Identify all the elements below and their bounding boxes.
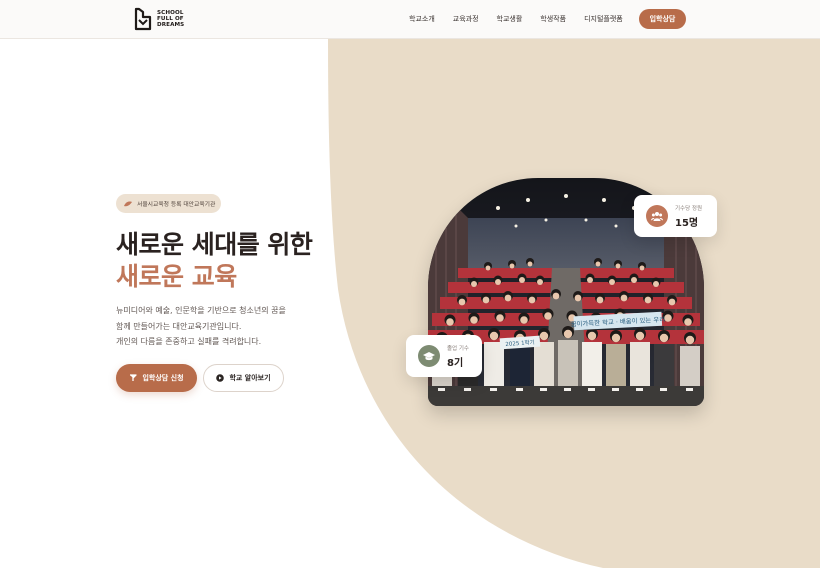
explore-school-label: 학교 알아보기	[229, 374, 271, 382]
nav-item-school-life[interactable]: 학교생활	[497, 14, 523, 24]
class-size-value: 15명	[675, 217, 699, 229]
graduation-cap-icon	[418, 345, 440, 367]
hero-title-line1: 새로운 세대를 위한	[116, 230, 313, 259]
hero-title-line2: 새로운 교육	[116, 262, 237, 291]
logo-text: SCHOOL FULL OF DREAMS	[157, 10, 185, 28]
leaf-icon	[124, 200, 132, 207]
explore-school-button[interactable]: 학교 알아보기	[203, 364, 284, 392]
nav-item-curriculum[interactable]: 교육과정	[453, 14, 479, 24]
graduates-card: 졸업 기수 8기	[406, 335, 482, 377]
flag-icon	[129, 374, 138, 382]
description-line: 뉴미디어와 예술, 인문학을 기반으로 청소년의 꿈을	[116, 306, 286, 315]
admission-consult-button[interactable]: 입학상담	[639, 9, 686, 29]
description-line: 함께 만들어가는 대안교육기관입니다.	[116, 321, 242, 331]
graduates-label: 졸업 기수	[447, 345, 469, 352]
group-icon	[646, 205, 668, 227]
hero-description: 뉴미디어와 예술, 인문학을 기반으로 청소년의 꿈을 함께 만들어가는 대안교…	[116, 303, 286, 350]
site-header: SCHOOL FULL OF DREAMS 학교소개 교육과정 학교생활 학생작…	[0, 0, 820, 39]
logo-mark-icon	[134, 7, 152, 31]
accreditation-badge: 서울시교육청 등록 대안교육기관	[116, 194, 221, 213]
main-nav: 학교소개 교육과정 학교생활 학생작품 디지털플랫폼	[409, 0, 641, 38]
apply-consultation-label: 입학상담 신청	[142, 374, 184, 382]
nav-item-student-works[interactable]: 학생작품	[540, 14, 566, 24]
class-size-label: 기수당 정원	[675, 205, 703, 212]
nav-item-digital-platform[interactable]: 디지털플랫폼	[584, 14, 623, 24]
graduates-value: 8기	[447, 357, 464, 369]
description-line: 개인의 다름을 존중하고 실패를 격려합니다.	[116, 337, 262, 346]
nav-item-about[interactable]: 학교소개	[409, 14, 435, 24]
class-size-card: 기수당 정원 15명	[634, 195, 717, 237]
badge-text: 서울시교육청 등록 대안교육기관	[137, 202, 216, 208]
logo[interactable]: SCHOOL FULL OF DREAMS	[134, 7, 184, 31]
apply-consultation-button[interactable]: 입학상담 신청	[116, 364, 197, 392]
play-circle-icon	[216, 374, 225, 382]
